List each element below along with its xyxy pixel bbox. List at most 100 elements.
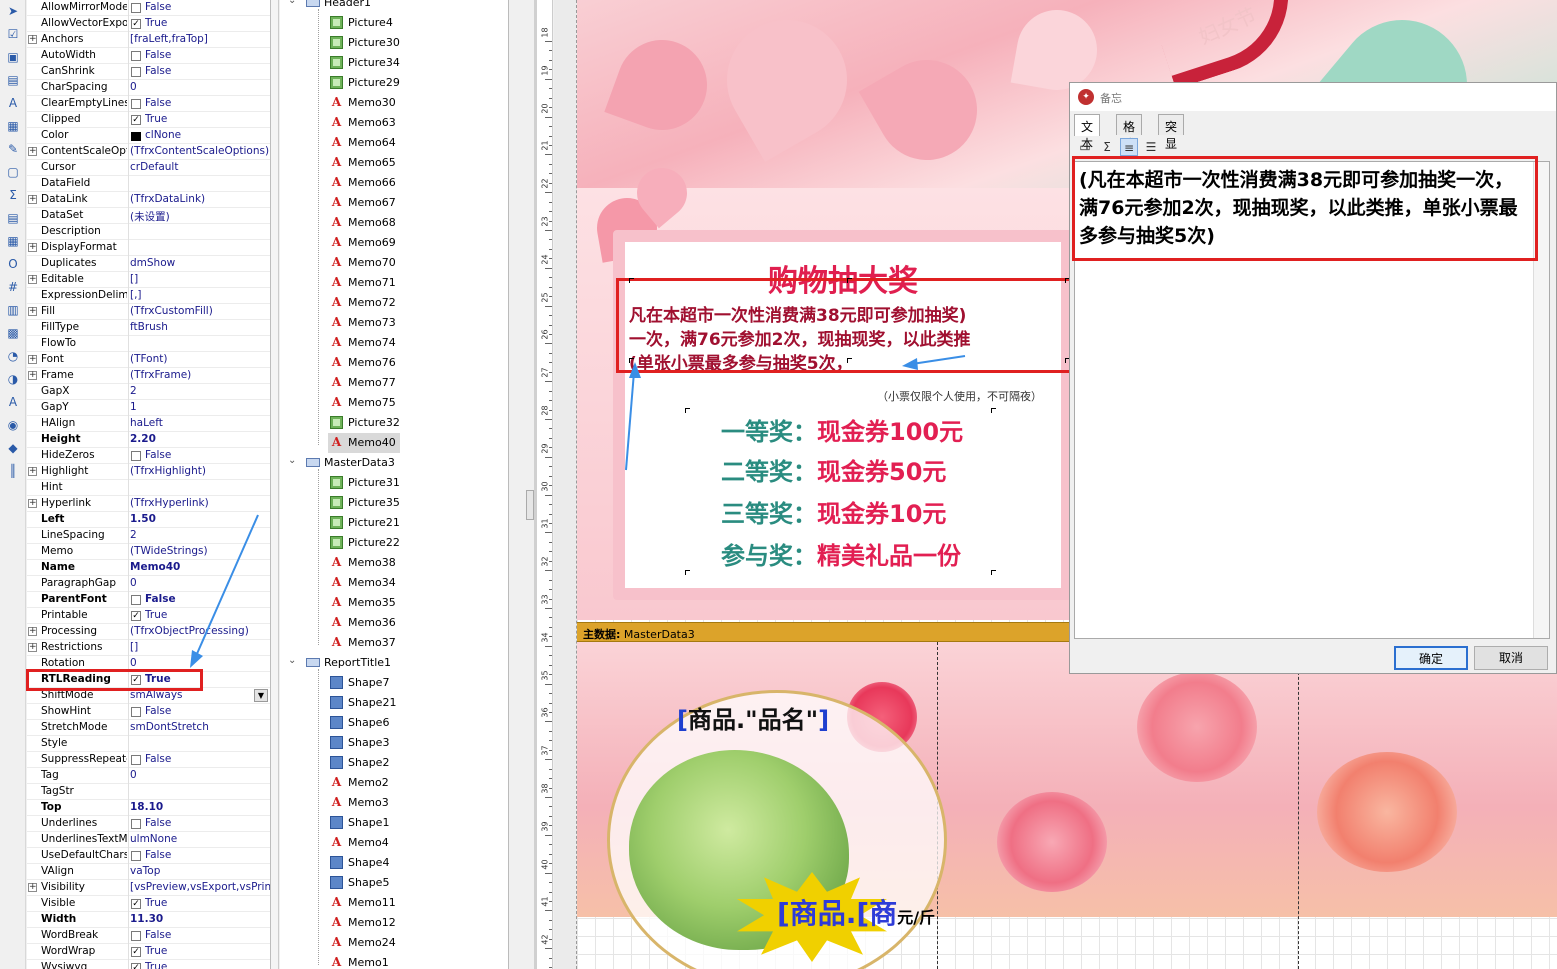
- property-checkbox[interactable]: [131, 451, 141, 461]
- tree-item-shape4[interactable]: Shape4: [328, 853, 478, 873]
- property-value[interactable]: vaTop: [130, 865, 270, 877]
- property-row-height[interactable]: Height 2.20: [27, 432, 270, 448]
- selection-handle[interactable]: [629, 278, 634, 283]
- property-value[interactable]: False: [145, 705, 270, 717]
- expand-icon[interactable]: +: [28, 35, 37, 44]
- inspector-scrollbar[interactable]: [271, 0, 279, 969]
- chart-icon[interactable]: ▥: [4, 301, 22, 319]
- property-checkbox[interactable]: [131, 931, 141, 941]
- expand-icon[interactable]: +: [28, 627, 37, 636]
- color-swatch[interactable]: [131, 132, 141, 141]
- tree-item-memo12[interactable]: A Memo12: [328, 913, 478, 933]
- property-row-visibility[interactable]: + Visibility [vsPreview,vsExport,vsPrint]: [27, 880, 270, 896]
- tab-format[interactable]: 格式: [1116, 114, 1143, 151]
- property-row-datafield[interactable]: DataField: [27, 176, 270, 192]
- property-row-anchors[interactable]: + Anchors [fraLeft,fraTop]: [27, 32, 270, 48]
- property-checkbox[interactable]: ✓: [131, 611, 141, 621]
- property-value[interactable]: crDefault: [130, 161, 270, 173]
- tree-item-header1[interactable]: ⌄ Header1: [288, 0, 454, 13]
- property-row-allowvectorexport[interactable]: AllowVectorExport ✓ True: [27, 16, 270, 32]
- property-value[interactable]: False: [145, 849, 270, 861]
- picture-icon[interactable]: ▦: [4, 117, 22, 135]
- property-row-description[interactable]: Description: [27, 224, 270, 240]
- property-value[interactable]: 0: [130, 657, 270, 669]
- tree-item-memo36[interactable]: A Memo36: [328, 613, 478, 633]
- expand-icon[interactable]: +: [28, 371, 37, 380]
- property-value[interactable]: []: [130, 273, 270, 285]
- align-left-icon[interactable]: ≡: [1120, 138, 1138, 156]
- tab-text[interactable]: 文本: [1074, 114, 1101, 151]
- chevron-down-icon[interactable]: ⌄: [288, 0, 296, 6]
- property-row-fill[interactable]: + Fill (TfrxCustomFill): [27, 304, 270, 320]
- property-checkbox[interactable]: ✓: [131, 947, 141, 957]
- property-row-processing[interactable]: + Processing (TfrxObjectProcessing): [27, 624, 270, 640]
- chevron-down-icon[interactable]: ⌄: [288, 455, 296, 466]
- select-icon[interactable]: ➤: [4, 2, 22, 20]
- property-row-gapx[interactable]: GapX 2: [27, 384, 270, 400]
- property-value[interactable]: smDontStretch: [130, 721, 270, 733]
- property-value[interactable]: (TfrxFrame): [130, 369, 270, 381]
- property-row-charspacing[interactable]: CharSpacing 0: [27, 80, 270, 96]
- expand-icon[interactable]: +: [28, 883, 37, 892]
- tree-item-picture35[interactable]: Picture35: [328, 493, 478, 513]
- barcode-number-icon[interactable]: #: [4, 278, 22, 296]
- receipt-note[interactable]: （小票仅限个人使用，不可隔夜）: [877, 388, 1042, 404]
- sum-icon[interactable]: Σ: [4, 186, 22, 204]
- property-row-clearemptylines[interactable]: ClearEmptyLines False: [27, 96, 270, 112]
- property-row-cursor[interactable]: Cursor crDefault: [27, 160, 270, 176]
- property-row-frame[interactable]: + Frame (TfrxFrame): [27, 368, 270, 384]
- tree-item-shape3[interactable]: Shape3: [328, 733, 478, 753]
- property-value[interactable]: True: [145, 961, 270, 969]
- property-row-autowidth[interactable]: AutoWidth False: [27, 48, 270, 64]
- property-checkbox[interactable]: ✓: [131, 963, 141, 969]
- property-row-valign[interactable]: VAlign vaTop: [27, 864, 270, 880]
- property-checkbox[interactable]: ✓: [131, 899, 141, 909]
- tree-item-memo68[interactable]: A Memo68: [328, 213, 478, 233]
- property-row-gapy[interactable]: GapY 1: [27, 400, 270, 416]
- tree-item-memo65[interactable]: A Memo65: [328, 153, 478, 173]
- dialog-icon[interactable]: ▣: [4, 48, 22, 66]
- tree-item-memo72[interactable]: A Memo72: [328, 293, 478, 313]
- property-row-flowto[interactable]: FlowTo: [27, 336, 270, 352]
- cancel-button[interactable]: 取消: [1474, 646, 1548, 670]
- property-row-usedefaultcharse[interactable]: UseDefaultCharse False: [27, 848, 270, 864]
- tree-item-memo75[interactable]: A Memo75: [328, 393, 478, 413]
- memo-icon[interactable]: ▤: [4, 209, 22, 227]
- tree-item-memo2[interactable]: A Memo2: [328, 773, 478, 793]
- property-value[interactable]: (TFont): [130, 353, 270, 365]
- prize-third[interactable]: 三等奖：现金券10元: [721, 494, 946, 529]
- property-row-allowmirrormode[interactable]: AllowMirrorMode False: [27, 0, 270, 16]
- property-checkbox[interactable]: [131, 99, 141, 109]
- property-value[interactable]: False: [145, 97, 270, 109]
- property-checkbox[interactable]: ✓: [131, 19, 141, 29]
- property-checkbox[interactable]: [131, 595, 141, 605]
- property-row-hint[interactable]: Hint: [27, 480, 270, 496]
- dialog-titlebar[interactable]: ✦ 备忘: [1070, 83, 1556, 111]
- property-value[interactable]: False: [145, 593, 270, 605]
- property-value[interactable]: (TfrxDataLink): [130, 193, 270, 205]
- property-row-filltype[interactable]: FillType ftBrush: [27, 320, 270, 336]
- tree-item-memo71[interactable]: A Memo71: [328, 273, 478, 293]
- property-value[interactable]: False: [145, 817, 270, 829]
- property-value[interactable]: 0: [130, 81, 270, 93]
- shapes-icon[interactable]: ◆: [4, 439, 22, 457]
- property-row-underlinestextmoc[interactable]: UnderlinesTextMoculmNone: [27, 832, 270, 848]
- property-row-memo[interactable]: Memo (TWideStrings): [27, 544, 270, 560]
- tree-item-memo76[interactable]: A Memo76: [328, 353, 478, 373]
- tree-item-memo69[interactable]: A Memo69: [328, 233, 478, 253]
- property-row-underlines[interactable]: Underlines False: [27, 816, 270, 832]
- property-row-wordbreak[interactable]: WordBreak False: [27, 928, 270, 944]
- chevron-down-icon[interactable]: ▼: [254, 689, 268, 702]
- tree-item-memo67[interactable]: A Memo67: [328, 193, 478, 213]
- selection-handle[interactable]: [847, 358, 852, 363]
- property-value[interactable]: False: [145, 449, 270, 461]
- property-row-editable[interactable]: + Editable []: [27, 272, 270, 288]
- property-row-style[interactable]: Style: [27, 736, 270, 752]
- tree-item-shape21[interactable]: Shape21: [328, 693, 478, 713]
- property-checkbox[interactable]: [131, 3, 141, 13]
- tree-item-memo66[interactable]: A Memo66: [328, 173, 478, 193]
- property-row-highlight[interactable]: + Highlight (TfrxHighlight): [27, 464, 270, 480]
- gauge-icon[interactable]: ◑: [4, 370, 22, 388]
- property-value[interactable]: True: [145, 609, 270, 621]
- property-value[interactable]: 18.10: [130, 801, 270, 813]
